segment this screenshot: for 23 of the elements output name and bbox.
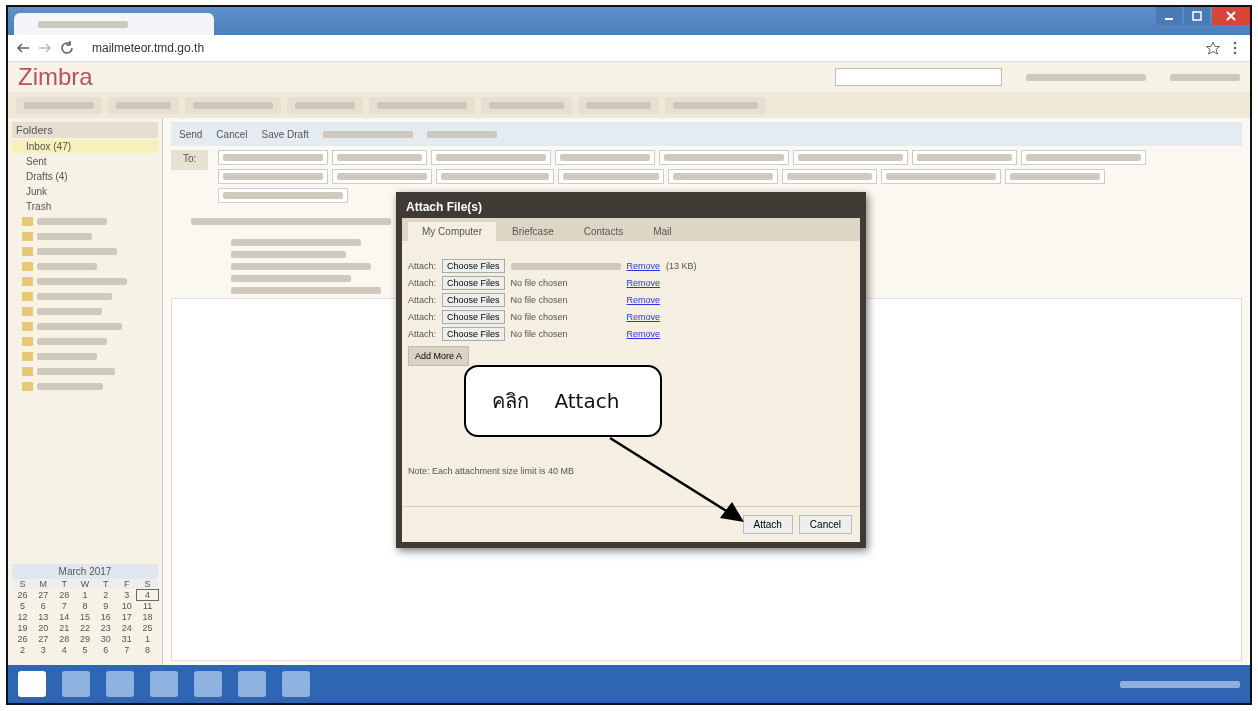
size-note: Note: Each attachment size limit is 40 MB xyxy=(407,466,576,478)
callout-box: คลิก Attach xyxy=(464,365,662,437)
weekday-label: T xyxy=(95,579,117,589)
folders-header: Folders xyxy=(12,122,158,138)
calendar-month: March 2017 xyxy=(12,564,158,579)
file-status: No file chosen xyxy=(510,329,569,339)
file-status: No file chosen xyxy=(510,312,569,322)
file-status: No file chosen xyxy=(510,295,569,305)
file-status: No file chosen xyxy=(510,278,569,288)
file-size: (13 KB) xyxy=(666,261,697,271)
weekday-label: T xyxy=(53,579,75,589)
weekday-label: M xyxy=(32,579,54,589)
attach-label: Attach: xyxy=(408,278,436,288)
weekday-label: W xyxy=(74,579,96,589)
attach-label: Attach: xyxy=(408,329,436,339)
attach-label: Attach: xyxy=(408,312,436,322)
zimbra-logo: Zimbra xyxy=(18,63,93,91)
dialog-title: Attach File(s) xyxy=(405,199,483,216)
attach-label: Attach: xyxy=(408,295,436,305)
weekday-label: S xyxy=(137,579,158,589)
attach-label: Attach: xyxy=(408,261,436,271)
weekday-label: F xyxy=(116,579,138,589)
weekday-label: S xyxy=(12,579,33,589)
